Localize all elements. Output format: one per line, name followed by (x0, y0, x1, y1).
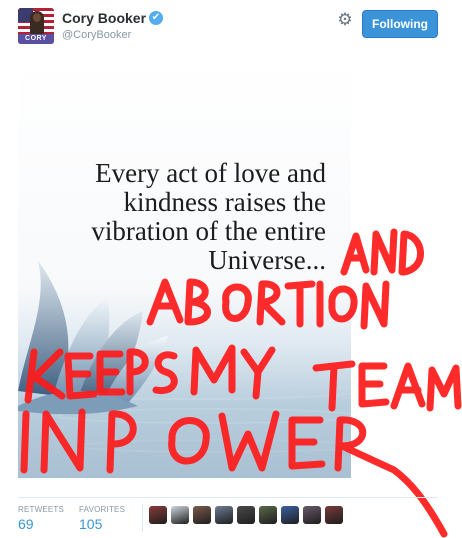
scrawl-letter (390, 362, 426, 410)
quote-line: Every act of love and (95, 158, 326, 188)
tweet-stats-bar: RETWEETS 69 FAVORITES 105 (18, 497, 438, 538)
author-handle[interactable]: @CoryBooker (62, 29, 131, 41)
favorites-stat[interactable]: FAVORITES 105 (79, 505, 125, 532)
favoriter-avatar[interactable] (281, 506, 299, 524)
gear-icon[interactable]: ⚙ (336, 11, 354, 29)
quote-line: Universe... (208, 245, 326, 275)
scrawl-letter (398, 230, 424, 276)
favoriter-avatar[interactable] (149, 506, 167, 524)
scrawl-letter (370, 228, 398, 276)
verified-badge-icon: ✔ (149, 11, 163, 25)
tweet-media-image[interactable]: Every act of love and kindness raises th… (18, 61, 351, 478)
favoriter-avatar[interactable] (215, 506, 233, 524)
favorites-count[interactable]: 105 (79, 516, 125, 532)
scrawl-letter (358, 362, 390, 408)
avatar-face (33, 13, 41, 22)
author-name[interactable]: Cory Booker (62, 10, 146, 26)
author-avatar[interactable]: CORY (18, 8, 54, 44)
stats-divider (142, 504, 143, 532)
quote-line: kindness raises the (123, 187, 326, 217)
retweets-stat[interactable]: RETWEETS 69 (18, 505, 64, 532)
favoriter-avatar[interactable] (259, 506, 277, 524)
scrawl-letter (426, 364, 462, 412)
avatar-label: CORY (18, 34, 54, 44)
favoriter-avatar[interactable] (303, 506, 321, 524)
favorites-label: FAVORITES (79, 505, 126, 514)
retweets-count[interactable]: 69 (18, 516, 64, 532)
tweet-header: CORY Cory Booker ✔ @CoryBooker ⚙ Followi… (18, 8, 448, 48)
scrawl-letter (360, 280, 390, 330)
favoriter-avatar[interactable] (325, 506, 343, 524)
retweets-label: RETWEETS (18, 505, 65, 514)
following-button[interactable]: Following (362, 10, 438, 38)
favoriter-avatar[interactable] (193, 506, 211, 524)
quote-line: vibration of the entire (91, 216, 326, 246)
quote-text: Every act of love and kindness raises th… (48, 159, 326, 275)
favoriter-avatar[interactable] (237, 506, 255, 524)
favoriter-avatar[interactable] (171, 506, 189, 524)
